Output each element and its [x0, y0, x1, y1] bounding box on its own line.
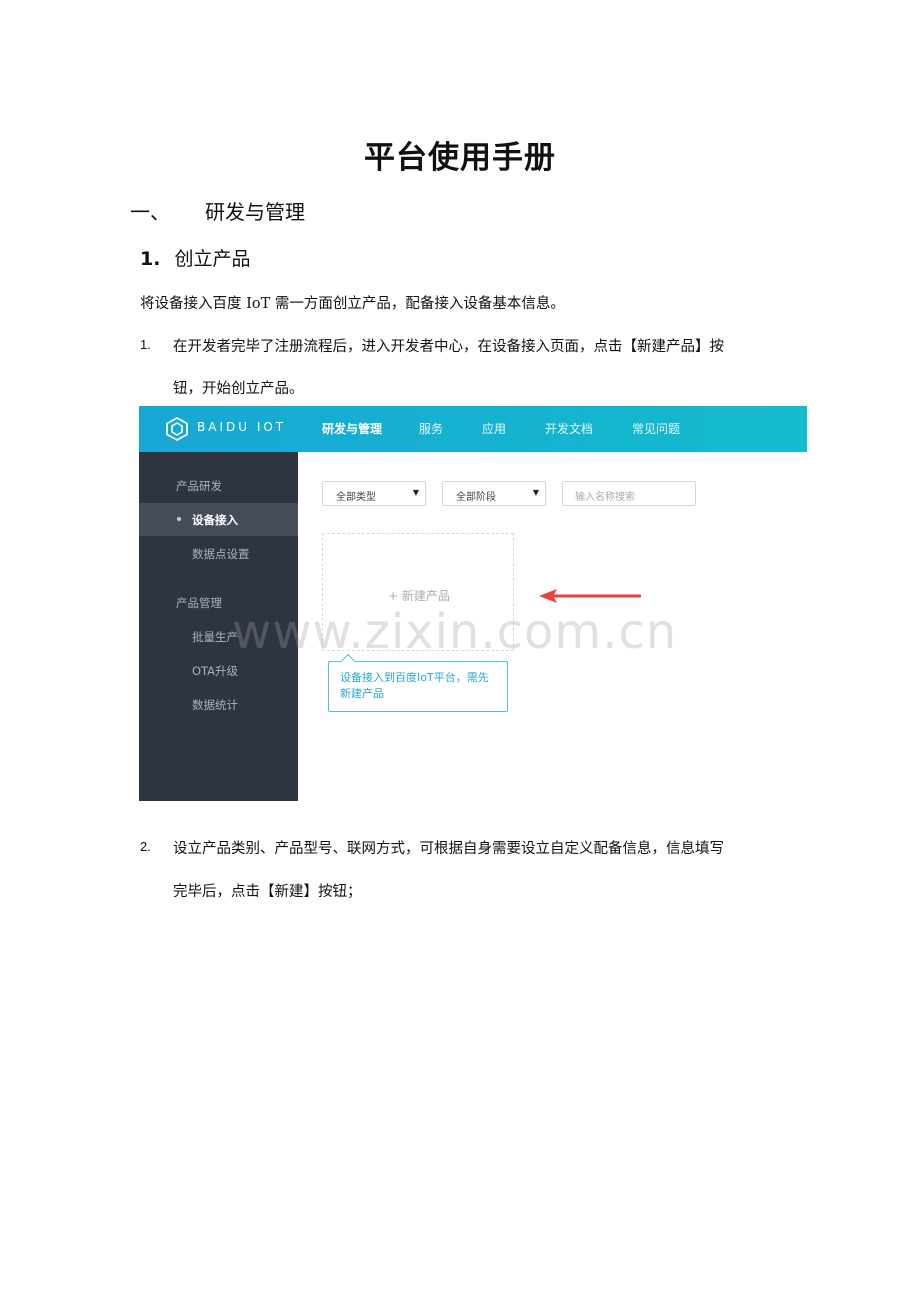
subsection-heading: 1. 创立产品 — [140, 244, 250, 271]
step-1-line-2: 钮，开始创立产品。 — [173, 381, 304, 397]
red-pointer-arrow-icon — [539, 589, 641, 603]
intro-paragraph: 将设备接入百度 IoT 需一方面创立产品，配备接入设备基本信息。 — [140, 296, 565, 312]
caret-down-icon: ▼ — [412, 488, 419, 497]
step-2-line-1: 设立产品类别、产品型号、联网方式，可根据自身需要设立自定义配备信息，信息填写 — [173, 841, 724, 857]
step-2-number: 2. — [140, 839, 151, 854]
step-2-line-2: 完毕后，点击【新建】按钮； — [173, 884, 362, 900]
section-title: 研发与管理 — [205, 200, 305, 224]
step-1-number: 1. — [140, 337, 151, 352]
sidebar-item-device-access[interactable]: 设备接入 — [139, 503, 298, 536]
caret-down-icon: ▼ — [532, 488, 539, 497]
stage-select[interactable]: 全部阶段 ▼ — [442, 481, 546, 506]
section-heading: 一、 研发与管理 — [130, 196, 305, 225]
nav-faq[interactable]: 常见问题 — [632, 420, 680, 437]
hexagon-logo-icon — [166, 417, 188, 441]
active-dot-icon — [177, 517, 181, 521]
stage-select-value: 全部阶段 — [456, 492, 496, 503]
document-title: 平台使用手册 — [364, 140, 556, 176]
watermark: www.zixin.com.cn — [232, 604, 678, 660]
new-product-label: + 新建产品 — [388, 589, 450, 603]
sidebar-item-data-statistics[interactable]: 数据统计 — [192, 697, 238, 713]
tooltip: 设备接入到百度IoT平台，需先 新建产品 — [328, 653, 508, 712]
type-select[interactable]: 全部类型 ▼ — [322, 481, 426, 506]
sidebar-item-datapoint-settings[interactable]: 数据点设置 — [192, 546, 250, 562]
tooltip-line-2: 新建产品 — [340, 687, 384, 700]
nav-dev-docs[interactable]: 开发文档 — [545, 420, 593, 437]
tooltip-line-1: 设备接入到百度IoT平台，需先 — [340, 671, 489, 684]
subsection-title: 创立产品 — [174, 248, 251, 270]
nav-rd-management[interactable]: 研发与管理 — [322, 420, 382, 437]
section-number: 一、 — [130, 200, 170, 224]
top-navbar: BAIDU IOT 研发与管理 服务 应用 开发文档 常见问题 — [139, 406, 807, 452]
type-select-value: 全部类型 — [336, 492, 376, 503]
subsection-number: 1. — [140, 248, 161, 270]
sidebar-group-product-rd: 产品研发 — [176, 479, 222, 493]
nav-services[interactable]: 服务 — [419, 420, 443, 437]
nav-applications[interactable]: 应用 — [482, 420, 506, 437]
search-input[interactable]: 输入名称搜索 — [562, 481, 696, 506]
step-1-line-1: 在开发者完毕了注册流程后，进入开发者中心，在设备接入页面，点击【新建产品】按 — [173, 339, 724, 355]
sidebar-item-label: 设备接入 — [192, 513, 238, 527]
sidebar-group-product-management: 产品管理 — [176, 596, 222, 610]
sidebar-item-ota-upgrade[interactable]: OTA升级 — [192, 663, 238, 679]
brand-name: BAIDU IOT — [197, 420, 287, 434]
